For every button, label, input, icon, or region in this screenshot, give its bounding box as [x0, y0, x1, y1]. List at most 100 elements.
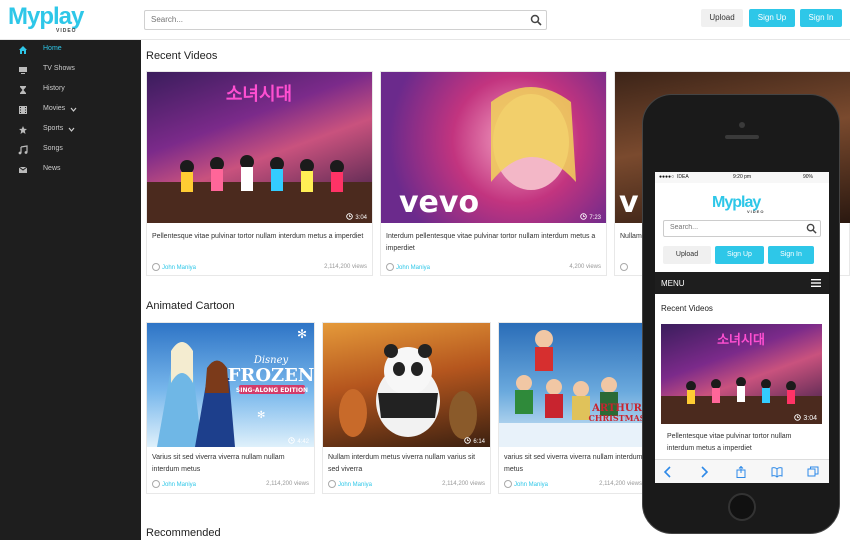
duration-text: 6:14: [473, 439, 485, 445]
share-icon[interactable]: [735, 466, 747, 478]
mobile-upload-button[interactable]: Upload: [663, 246, 711, 264]
svg-text:✻: ✻: [257, 410, 265, 421]
video-author[interactable]: John Maniya: [504, 480, 548, 488]
frozen-poster-image: Disney FROZEN SING-ALONG EDITION ✻ ✻: [157, 327, 314, 447]
video-author[interactable]: John Maniya: [152, 263, 196, 271]
menu-label: MENU: [661, 279, 685, 288]
video-duration: 3:04: [346, 213, 367, 221]
video-card[interactable]: 6:14 Nullam interdum metus viverra nulla…: [322, 322, 491, 494]
video-card[interactable]: ARTHUR CHRISTMAS varius sit sed viverra …: [498, 322, 648, 494]
sidebar-item-songs[interactable]: Songs: [0, 140, 141, 160]
clock-icon: [580, 213, 588, 220]
video-title[interactable]: Pellentesque vitae pulvinar tortor nulla…: [152, 231, 370, 243]
video-title[interactable]: varius sit sed viverra viverra nullam in…: [504, 452, 644, 476]
mobile-search-box: [663, 220, 821, 237]
kpop-stage-image: 소녀시대: [661, 332, 822, 424]
search-icon[interactable]: [806, 223, 817, 234]
sidebar-item-movies[interactable]: Movies: [0, 100, 141, 120]
video-thumbnail[interactable]: 6:14: [323, 323, 490, 447]
mobile-search-input[interactable]: [670, 224, 800, 231]
video-author[interactable]: John Maniya: [328, 480, 372, 488]
sidebar-item-history[interactable]: History: [0, 80, 141, 100]
avatar: [504, 480, 512, 488]
avatar: [152, 480, 160, 488]
video-thumbnail[interactable]: 소녀시대 3:04: [147, 72, 372, 223]
sidebar-item-label: Movies: [43, 105, 66, 112]
video-title[interactable]: Varius sit sed viverra viverra nullam nu…: [152, 452, 312, 476]
duration-text: 4:42: [297, 439, 309, 445]
chevron-down-icon: [68, 127, 75, 132]
signup-button[interactable]: Sign Up: [749, 9, 795, 27]
video-views: 2,114,200 views: [266, 481, 309, 487]
trophy-icon: [19, 126, 27, 134]
upload-button[interactable]: Upload: [701, 9, 743, 27]
back-arrow-icon[interactable]: [663, 466, 673, 478]
video-views: 4,200 views: [569, 264, 601, 270]
section-title-recent: Recent Videos: [146, 50, 218, 62]
video-views: 2,114,200 views: [324, 264, 367, 270]
section-title-recommended: Recommended: [146, 527, 221, 539]
video-views: 2,114,200 views: [599, 481, 642, 487]
vevo-overlay-text: vevo: [399, 185, 479, 220]
carrier-name: IDEA: [677, 174, 689, 180]
sidebar-item-sports[interactable]: Sports: [0, 120, 141, 140]
status-time: 9:20 pm: [733, 174, 752, 180]
tabs-icon[interactable]: [807, 466, 819, 478]
avatar: [328, 480, 336, 488]
safari-toolbar: [655, 459, 829, 483]
home-icon: [19, 46, 27, 54]
svg-text:소녀시대: 소녀시대: [717, 332, 765, 348]
svg-text:CHRISTMAS: CHRISTMAS: [589, 413, 646, 423]
svg-text:소녀시대: 소녀시대: [226, 84, 292, 105]
bookmarks-icon[interactable]: [771, 466, 783, 478]
avatar: [152, 263, 160, 271]
video-title[interactable]: Nullam interdum metus viverra nullam var…: [328, 452, 488, 476]
vevo-overlay-text: v: [619, 185, 639, 220]
mobile-menu-bar[interactable]: MENU: [655, 272, 829, 294]
sidebar-item-label: Home: [43, 45, 62, 52]
search-icon[interactable]: [530, 14, 542, 26]
video-thumbnail[interactable]: Disney FROZEN SING-ALONG EDITION ✻ ✻ 4:4…: [147, 323, 314, 447]
hamburger-icon[interactable]: [811, 279, 821, 287]
sidebar-item-label: TV Shows: [43, 65, 75, 72]
duration-text: 7:23: [589, 215, 601, 221]
video-thumbnail[interactable]: ARTHUR CHRISTMAS: [499, 323, 647, 447]
mobile-signup-button[interactable]: Sign Up: [715, 246, 764, 264]
sidebar-item-tv-shows[interactable]: TV Shows: [0, 60, 141, 80]
sidebar-item-news[interactable]: News: [0, 160, 141, 180]
forward-arrow-icon[interactable]: [699, 466, 709, 478]
sidebar-item-home[interactable]: Home: [0, 40, 141, 60]
video-duration: 7:23: [580, 213, 601, 221]
video-author[interactable]: John Maniya: [152, 480, 196, 488]
video-author[interactable]: [620, 263, 630, 271]
mobile-video-title[interactable]: Pellentesque vitae pulvinar tortor nulla…: [667, 431, 819, 455]
phone-camera: [739, 122, 745, 128]
author-name: John Maniya: [514, 482, 549, 488]
logo-subtext: VIDEO: [56, 28, 77, 34]
signin-button[interactable]: Sign In: [800, 9, 842, 27]
mobile-signin-button[interactable]: Sign In: [768, 246, 814, 264]
search-input[interactable]: [151, 15, 521, 24]
video-title[interactable]: Interdum pellentesque vitae pulvinar tor…: [386, 231, 604, 255]
video-author[interactable]: John Maniya: [386, 263, 430, 271]
video-card[interactable]: 소녀시대 3:04 Pellentesque vitae pulvinar to…: [146, 71, 373, 276]
author-name: John Maniya: [162, 482, 197, 488]
sidebar: Home TV Shows History Movies Sports Song…: [0, 40, 141, 540]
video-card[interactable]: vevo 7:23 Interdum pellentesque vitae pu…: [380, 71, 607, 276]
myplay-logo[interactable]: Myplay VIDEO: [8, 5, 88, 36]
video-card[interactable]: Disney FROZEN SING-ALONG EDITION ✻ ✻ 4:4…: [146, 322, 315, 494]
ios-status-bar: ●●●●○ IDEA 9:20 pm 90%: [655, 172, 829, 183]
author-name: John Maniya: [162, 265, 197, 271]
arthur-christmas-poster-image: ARTHUR CHRISTMAS: [499, 330, 647, 447]
mobile-video-thumbnail[interactable]: 소녀시대 3:04: [661, 324, 822, 424]
tv-icon: [19, 67, 27, 74]
home-button[interactable]: [728, 493, 756, 521]
frozen-title-text: FROZEN: [228, 365, 314, 386]
clock-icon: [288, 437, 296, 444]
video-views: 2,114,200 views: [442, 481, 485, 487]
video-thumbnail[interactable]: vevo 7:23: [381, 72, 606, 223]
clock-icon: [346, 213, 354, 220]
svg-text:✻: ✻: [297, 327, 307, 341]
chevron-down-icon: [70, 107, 77, 112]
phone-screen: ●●●●○ IDEA 9:20 pm 90% Myplay VIDEO Uplo…: [655, 172, 829, 483]
